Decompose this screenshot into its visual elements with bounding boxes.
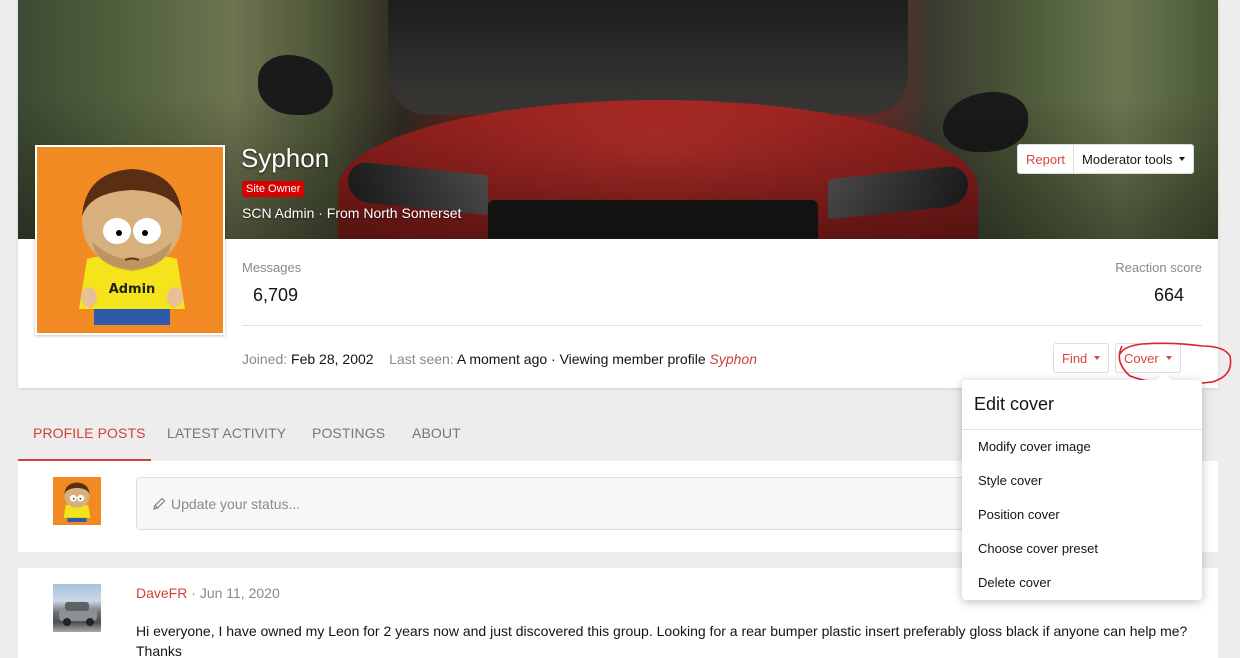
tab-profile-posts[interactable]: PROFILE POSTS (33, 425, 146, 441)
menu-divider (962, 429, 1202, 430)
last-seen-label: Last seen: (389, 351, 454, 367)
tab-postings[interactable]: POSTINGS (312, 425, 385, 441)
post-body: Hi everyone, I have owned my Leon for 2 … (136, 623, 1188, 658)
user-title: SCN Admin · From North Somerset (242, 205, 462, 221)
menu-item-modify-cover-image[interactable]: Modify cover image (978, 439, 1091, 454)
profile-action-group: Report Moderator tools (1017, 144, 1195, 174)
menu-item-position-cover[interactable]: Position cover (978, 507, 1060, 522)
car-photo-avatar (59, 602, 97, 626)
joined-value: Feb 28, 2002 (291, 351, 374, 367)
pencil-icon (153, 497, 166, 510)
reaction-score-value[interactable]: 664 (1154, 285, 1184, 306)
menu-item-style-cover[interactable]: Style cover (978, 473, 1042, 488)
stats-divider (242, 325, 1202, 326)
moderator-tools-label: Moderator tools (1082, 151, 1173, 167)
cover-label: Cover (1124, 350, 1159, 366)
chevron-down-icon (1179, 157, 1186, 161)
report-button[interactable]: Report (1018, 145, 1075, 173)
avatar-text: Admin (109, 282, 156, 297)
menu-arrow (1157, 373, 1171, 380)
viewing-member-link[interactable]: Syphon (710, 351, 757, 367)
post-date-separator: · (191, 585, 196, 601)
admin-avatar-illustration (63, 482, 91, 522)
find-label: Find (1062, 350, 1088, 366)
post-date[interactable]: Jun 11, 2020 (200, 585, 280, 601)
cover-button[interactable]: Cover (1115, 343, 1181, 373)
moderator-tools-button[interactable]: Moderator tools (1074, 145, 1193, 173)
chevron-down-icon (1094, 356, 1101, 360)
find-button[interactable]: Find (1053, 343, 1110, 373)
joined-label: Joined: (242, 351, 288, 367)
menu-item-choose-cover-preset[interactable]: Choose cover preset (978, 541, 1098, 556)
last-seen-value: A moment ago · Viewing member profile (456, 351, 706, 367)
avatar[interactable] (53, 584, 101, 632)
post-author-link[interactable]: DaveFR (136, 585, 187, 601)
edit-cover-menu: Edit cover Modify cover image Style cove… (962, 373, 1202, 600)
admin-avatar-illustration: Admin (79, 169, 185, 325)
status-placeholder: Update your status... (171, 495, 301, 512)
member-meta-line: Joined: Feb 28, 2002 Last seen: A moment… (242, 351, 757, 367)
post-meta: DaveFR · Jun 11, 2020 (136, 585, 280, 601)
chevron-down-icon (1165, 356, 1172, 360)
profile-username: Syphon (241, 143, 330, 173)
messages-value[interactable]: 6,709 (253, 285, 298, 306)
tab-latest-activity[interactable]: LATEST ACTIVITY (167, 425, 286, 441)
reaction-score-label: Reaction score (1115, 260, 1202, 275)
site-owner-badge: Site Owner (242, 181, 305, 197)
profile-header-card: Admin Syphon Site Owner SCN Admin · From… (18, 0, 1218, 388)
menu-title: Edit cover (974, 394, 1055, 414)
avatar[interactable] (53, 477, 101, 525)
avatar[interactable]: Admin (35, 145, 225, 335)
messages-label: Messages (242, 260, 302, 275)
tab-about[interactable]: ABOUT (412, 425, 461, 441)
menu-item-delete-cover[interactable]: Delete cover (978, 575, 1051, 590)
